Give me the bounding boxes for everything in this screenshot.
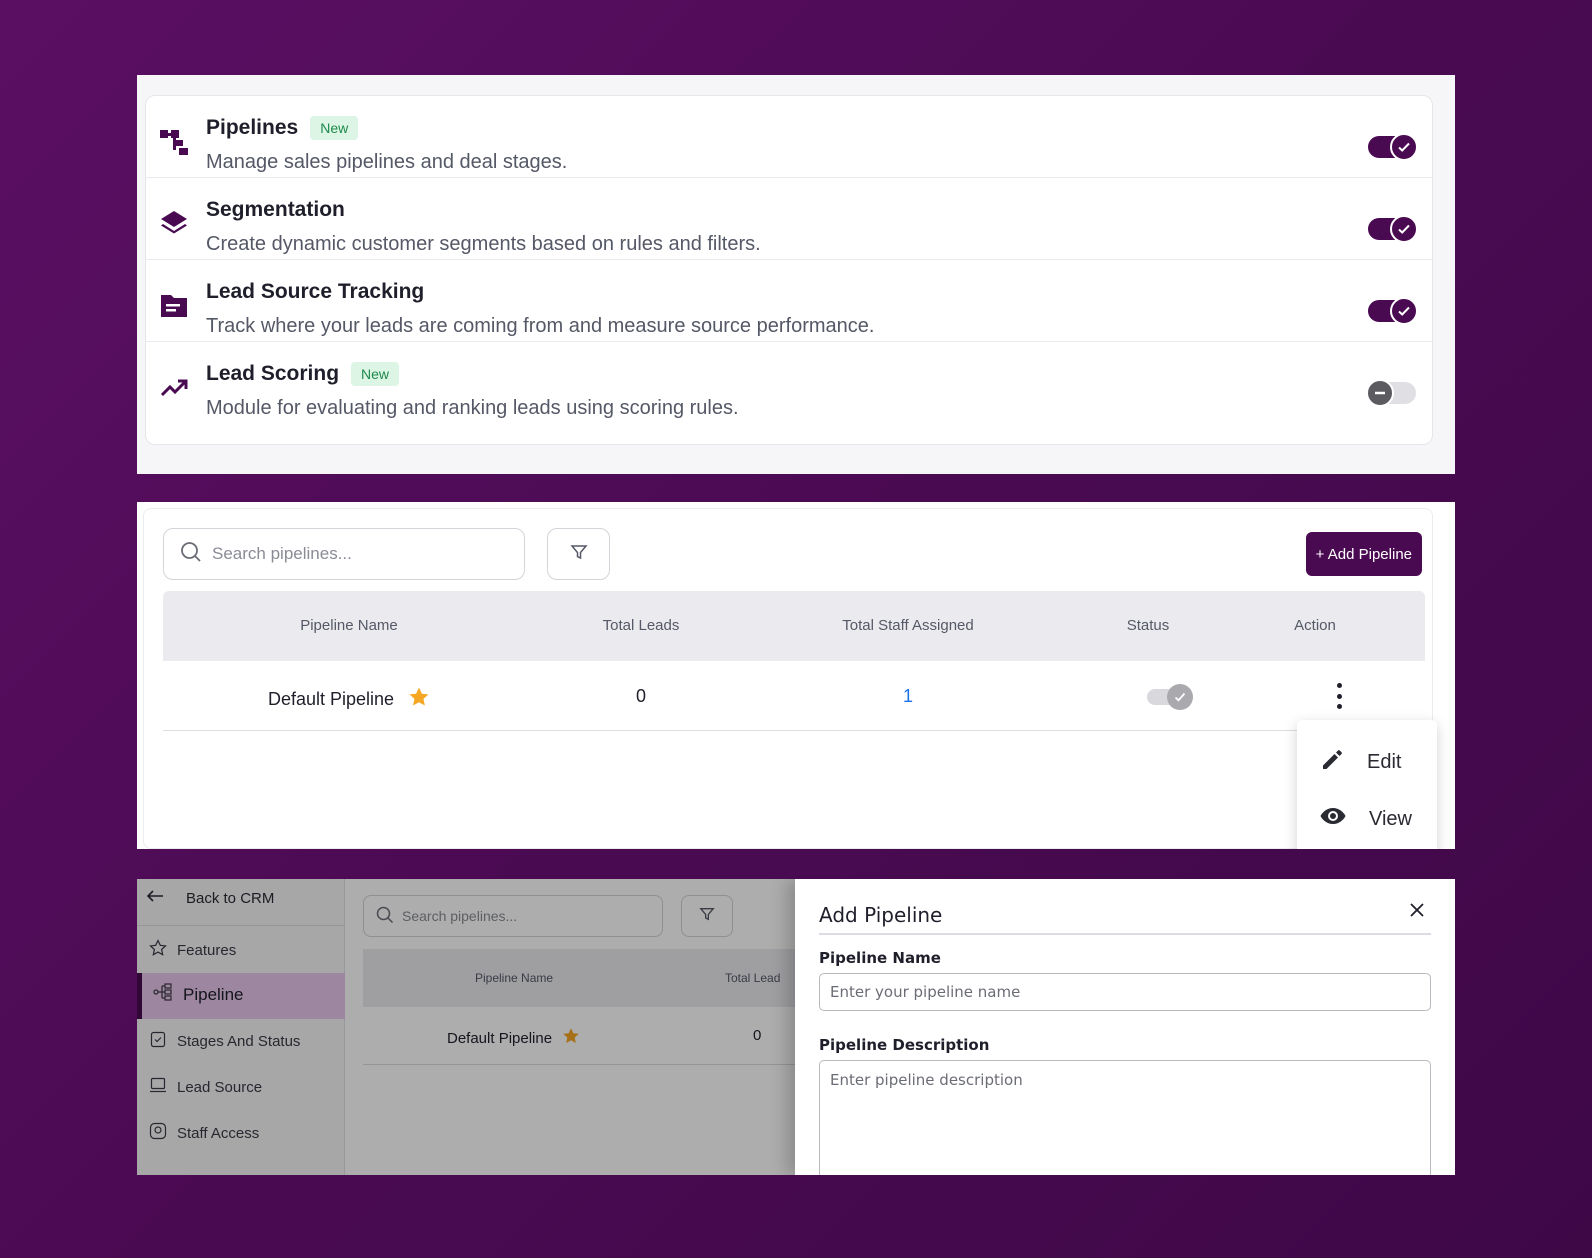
feature-row-segmentation: Segmentation Create dynamic customer seg… — [146, 178, 1432, 260]
total-leads-cell: 0 — [635, 686, 647, 706]
features-panel: Pipelines New Manage sales pipelines and… — [137, 75, 1455, 474]
pipeline-name: Default Pipeline — [267, 689, 395, 709]
divider — [819, 933, 1431, 935]
pipelines-card: Search pipelines... + Add Pipeline Pipel… — [143, 508, 1433, 849]
column-header[interactable]: Status — [1127, 617, 1170, 634]
pipeline-description-label: Pipeline Description — [819, 1036, 990, 1054]
total-staff-link[interactable]: 1 — [903, 686, 913, 707]
column-header[interactable]: Total Leads — [603, 617, 680, 634]
trending-up-icon — [159, 372, 189, 402]
feature-row-lead-source-tracking: Lead Source Tracking Track where your le… — [146, 260, 1432, 342]
feature-description: Track where your leads are coming from a… — [206, 315, 875, 337]
action-menu: Edit View — [1297, 720, 1437, 849]
feature-title-text: Segmentation — [206, 198, 345, 221]
filter-button[interactable] — [547, 528, 610, 580]
feature-toggle-lead-source[interactable] — [1368, 297, 1418, 325]
feature-description: Manage sales pipelines and deal stages. — [206, 151, 568, 173]
star-icon[interactable] — [408, 686, 430, 713]
feature-title: Lead Scoring New — [206, 362, 400, 386]
feature-title-text: Pipelines — [206, 116, 299, 139]
check-icon — [1390, 133, 1418, 161]
feature-description: Module for evaluating and ranking leads … — [206, 397, 739, 419]
feature-title-text: Lead Source Tracking — [206, 280, 425, 303]
more-vertical-icon[interactable] — [1335, 683, 1343, 709]
pipelines-list-panel: Search pipelines... + Add Pipeline Pipel… — [137, 502, 1455, 849]
pipeline-icon — [159, 126, 189, 156]
feature-toggle-segmentation[interactable] — [1368, 215, 1418, 243]
column-header: Action — [1294, 617, 1336, 634]
check-icon — [1390, 297, 1418, 325]
feature-row-pipelines: Pipelines New Manage sales pipelines and… — [146, 96, 1432, 178]
search-icon — [180, 541, 202, 568]
features-card: Pipelines New Manage sales pipelines and… — [145, 95, 1433, 445]
close-icon[interactable] — [1409, 901, 1425, 923]
filter-icon — [569, 543, 588, 566]
table-row: Default Pipeline 0 1 — [163, 661, 1425, 731]
layers-icon — [159, 208, 189, 238]
eye-icon — [1319, 805, 1347, 833]
search-input[interactable]: Search pipelines... — [163, 528, 525, 580]
pipeline-name-field[interactable]: Enter your pipeline name — [819, 973, 1431, 1011]
feature-toggle-lead-scoring[interactable] — [1366, 379, 1416, 407]
check-icon — [1167, 684, 1193, 710]
add-pipeline-drawer: Add Pipeline Pipeline Name Enter your pi… — [795, 879, 1455, 1175]
folder-icon — [159, 290, 189, 320]
table-header: Pipeline Name Total Leads Total Staff As… — [163, 591, 1425, 661]
pipeline-name-placeholder: Enter your pipeline name — [830, 983, 1021, 1001]
menu-item-label: View — [1369, 807, 1412, 830]
menu-item-view[interactable]: View — [1319, 805, 1412, 833]
modal-backdrop[interactable] — [137, 879, 795, 1175]
status-toggle[interactable] — [1147, 684, 1193, 710]
add-pipeline-button[interactable]: + Add Pipeline — [1305, 532, 1422, 576]
feature-title: Pipelines New — [206, 116, 359, 140]
pipeline-description-field[interactable]: Enter pipeline description — [819, 1060, 1431, 1175]
pipeline-name-cell: Default Pipeline — [268, 686, 430, 713]
menu-item-edit[interactable]: Edit — [1319, 746, 1401, 778]
column-header[interactable]: Pipeline Name — [300, 617, 398, 634]
column-header[interactable]: Total Staff Assigned — [842, 617, 973, 634]
feature-description: Create dynamic customer segments based o… — [206, 233, 761, 255]
check-icon — [1390, 215, 1418, 243]
pipeline-name-label: Pipeline Name — [819, 949, 941, 967]
feature-title: Lead Source Tracking — [206, 280, 424, 304]
menu-item-label: Edit — [1367, 750, 1402, 773]
feature-row-lead-scoring: Lead Scoring New Module for evaluating a… — [146, 342, 1432, 424]
minus-icon — [1366, 379, 1394, 407]
feature-toggle-pipelines[interactable] — [1368, 133, 1418, 161]
search-placeholder: Search pipelines... — [212, 544, 352, 563]
add-pipeline-panel: Back to CRM Features Pipeline Stages And… — [137, 879, 1455, 1175]
feature-title: Segmentation — [206, 198, 345, 222]
new-badge: New — [310, 116, 359, 140]
pencil-icon — [1319, 746, 1345, 778]
drawer-title: Add Pipeline — [819, 903, 943, 927]
new-badge: New — [351, 362, 400, 386]
pipeline-description-placeholder: Enter pipeline description — [830, 1071, 1023, 1089]
feature-title-text: Lead Scoring — [206, 362, 340, 385]
